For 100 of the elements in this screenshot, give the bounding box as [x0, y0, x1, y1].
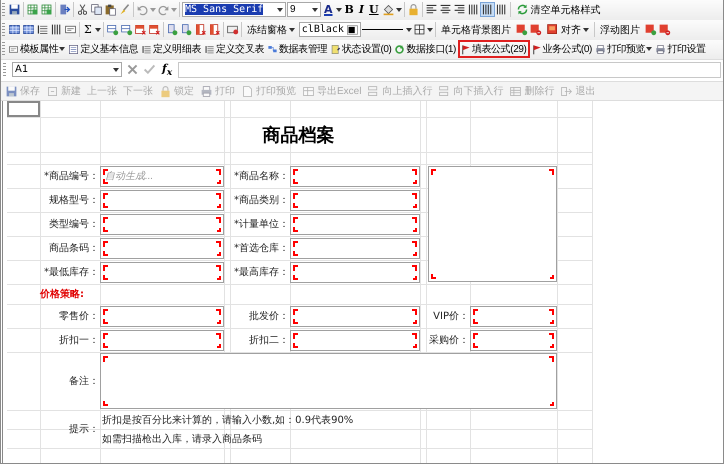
input-field[interactable]	[290, 238, 420, 259]
border-icon[interactable]	[412, 23, 426, 36]
undo-icon[interactable]	[136, 3, 149, 16]
spreadsheet-icon[interactable]	[40, 3, 53, 16]
paste-icon[interactable]	[104, 3, 117, 16]
fill-color-icon[interactable]	[382, 3, 395, 16]
list-icon[interactable]	[36, 23, 49, 36]
align-center-icon[interactable]	[438, 3, 452, 16]
input-field[interactable]	[100, 190, 224, 211]
caret-icon[interactable]	[336, 8, 342, 12]
align-right-icon[interactable]	[452, 3, 466, 16]
add-image-icon[interactable]	[514, 23, 528, 36]
color-swatch-icon	[346, 24, 358, 36]
sum-button[interactable]: Σ	[82, 22, 94, 37]
image-field[interactable]	[428, 166, 557, 282]
underline-button[interactable]: U	[366, 2, 381, 17]
toolbar-grip[interactable]	[2, 22, 5, 37]
toolbar-grip[interactable]	[3, 62, 6, 77]
columns-icon[interactable]	[494, 3, 508, 16]
toolbar-button[interactable]: 定义基本信息	[67, 40, 140, 58]
input-field[interactable]	[470, 330, 557, 351]
columns-icon[interactable]	[466, 3, 480, 16]
redo-icon[interactable]	[157, 3, 170, 16]
caret-icon[interactable]	[277, 8, 283, 12]
caret-icon[interactable]	[396, 8, 402, 12]
align-button[interactable]: 对齐	[542, 20, 592, 39]
grid-icon[interactable]	[8, 23, 21, 36]
cell-reference-select[interactable]: A1	[12, 62, 122, 78]
field-label: VIP价：	[432, 310, 470, 324]
spreadsheet-icon[interactable]	[26, 3, 39, 16]
toolbar-button[interactable]: 数据表管理	[266, 40, 330, 58]
cancel-icon[interactable]	[126, 63, 139, 76]
function-button[interactable]: f$_{x}$	[160, 62, 174, 78]
input-field[interactable]	[290, 166, 420, 187]
lock-icon[interactable]	[406, 3, 420, 16]
insert-row-icon[interactable]	[120, 23, 133, 36]
field-label: 备注：	[68, 374, 100, 389]
insert-row-icon[interactable]	[106, 23, 119, 36]
delete-column-icon[interactable]	[194, 23, 207, 36]
input-field[interactable]	[100, 262, 224, 283]
formula-input[interactable]	[178, 62, 721, 78]
delete-row-icon[interactable]	[134, 23, 147, 36]
color-select[interactable]: clBlack	[298, 22, 361, 38]
delete-column-icon[interactable]	[208, 23, 221, 36]
toolbar-button[interactable]: 打印预览	[594, 40, 654, 58]
caret-icon[interactable]	[94, 28, 101, 32]
toolbar-button[interactable]: 状态设置(0)	[329, 40, 394, 58]
cut-icon[interactable]	[76, 3, 89, 16]
toolbar-button[interactable]: 填表公式(29)	[458, 40, 530, 58]
columns-icon[interactable]	[50, 23, 63, 36]
input-field[interactable]	[100, 214, 224, 235]
input-field[interactable]	[470, 306, 557, 327]
printer-icon	[655, 44, 666, 55]
input-field[interactable]	[100, 238, 224, 259]
toolbar-button[interactable]: 业务公式(0)	[530, 40, 594, 58]
input-field[interactable]	[100, 306, 224, 327]
caret-icon[interactable]	[312, 8, 318, 12]
input-field[interactable]	[290, 330, 420, 351]
remark-field[interactable]	[100, 353, 557, 409]
remove-image-icon[interactable]	[658, 23, 671, 36]
freeze-panes-button[interactable]: 冻结窗格	[244, 20, 298, 39]
clear-style-button[interactable]: 清空单元格样式	[512, 0, 604, 19]
line-style-select[interactable]	[362, 28, 412, 32]
align-left-icon[interactable]	[424, 3, 438, 16]
toolbar-grip[interactable]	[2, 42, 5, 56]
add-image-icon[interactable]	[644, 23, 657, 36]
selected-cell[interactable]	[7, 101, 40, 117]
toolbar-button[interactable]: 数据接口(1)	[393, 40, 458, 58]
bold-button[interactable]: B	[342, 2, 356, 17]
italic-button[interactable]: I	[356, 2, 366, 17]
copy-icon[interactable]	[90, 3, 103, 16]
input-field[interactable]	[290, 214, 420, 235]
insert-column-icon[interactable]	[180, 23, 193, 36]
insert-column-icon[interactable]	[166, 23, 179, 36]
input-field[interactable]: 自动生成...	[100, 166, 224, 187]
input-field[interactable]	[290, 262, 420, 283]
field-label: 折扣二：	[248, 334, 290, 348]
toolbar-button[interactable]: 定义明细表	[140, 40, 204, 58]
exit-icon[interactable]	[58, 3, 71, 16]
caret-icon[interactable]	[426, 28, 433, 32]
panel-icon	[8, 44, 19, 55]
delete-row-icon[interactable]	[148, 23, 161, 36]
remove-image-icon[interactable]	[528, 23, 542, 36]
float-image-button[interactable]: 浮动图片	[596, 20, 643, 39]
save-icon[interactable]	[8, 3, 21, 16]
toolbar-button[interactable]: 打印设置	[654, 40, 708, 58]
caret-icon[interactable]	[113, 68, 119, 72]
cell-background-button[interactable]: 单元格背景图片	[438, 20, 514, 39]
toolbar-button[interactable]: 定义交叉表	[203, 40, 266, 58]
font-select[interactable]: MS Sans Serif	[182, 2, 286, 18]
grid-icon[interactable]	[22, 23, 35, 36]
toolbar-button[interactable]: 模板属性	[7, 40, 68, 58]
input-field[interactable]	[100, 330, 224, 351]
font-size-select[interactable]: 9	[287, 2, 321, 18]
input-field[interactable]	[290, 190, 420, 211]
columns-icon[interactable]	[480, 3, 494, 16]
font-color-button[interactable]: A	[322, 2, 335, 17]
toolbar-grip[interactable]	[2, 2, 5, 17]
input-field[interactable]	[290, 306, 420, 327]
tables-icon	[267, 44, 278, 55]
